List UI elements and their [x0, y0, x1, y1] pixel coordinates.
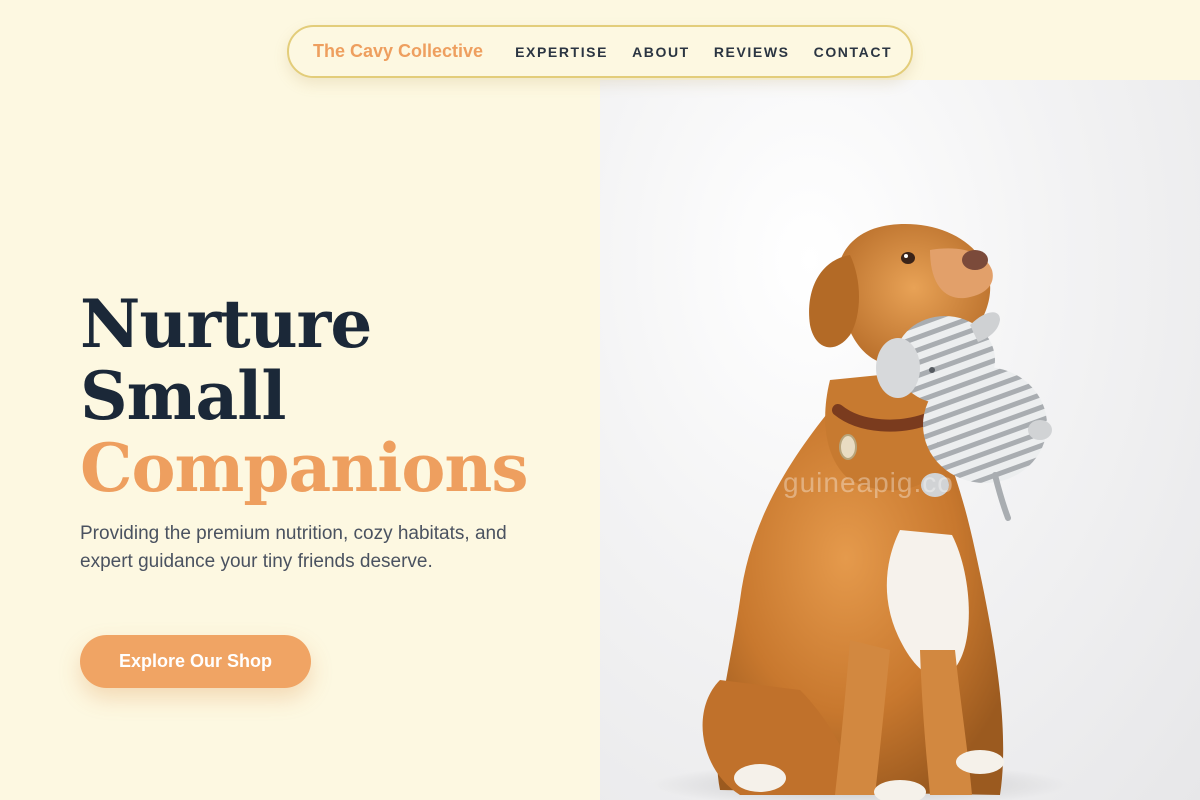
hero-headline: Nurture Small Companions	[80, 288, 550, 504]
photo-watermark: guineapig.co	[783, 467, 954, 498]
explore-shop-button[interactable]: Explore Our Shop	[80, 635, 311, 688]
headline-line-2: Small	[80, 357, 286, 435]
hero-subtitle: Providing the premium nutrition, cozy ha…	[80, 523, 507, 572]
top-navigation: The Cavy Collective EXPERTISE ABOUT REVI…	[287, 25, 913, 78]
landing-page: guineapig.co The Cavy Collective EXPERTI…	[0, 0, 1200, 800]
nav-link-expertise[interactable]: EXPERTISE	[515, 44, 608, 60]
brand-logo-link[interactable]: The Cavy Collective	[313, 41, 483, 62]
headline-line-1: Nurture	[80, 285, 372, 363]
dog-with-toy-image	[650, 224, 1070, 800]
headline-line-3-accent: Companions	[80, 429, 529, 507]
nav-link-contact[interactable]: CONTACT	[814, 44, 893, 60]
nav-link-about[interactable]: ABOUT	[632, 44, 690, 60]
hero-photo: guineapig.co	[600, 80, 1200, 800]
nav-links: EXPERTISE ABOUT REVIEWS CONTACT	[515, 44, 892, 60]
hero-section: Nurture Small Companions Providing the p…	[80, 288, 550, 576]
nav-link-reviews[interactable]: REVIEWS	[714, 44, 790, 60]
